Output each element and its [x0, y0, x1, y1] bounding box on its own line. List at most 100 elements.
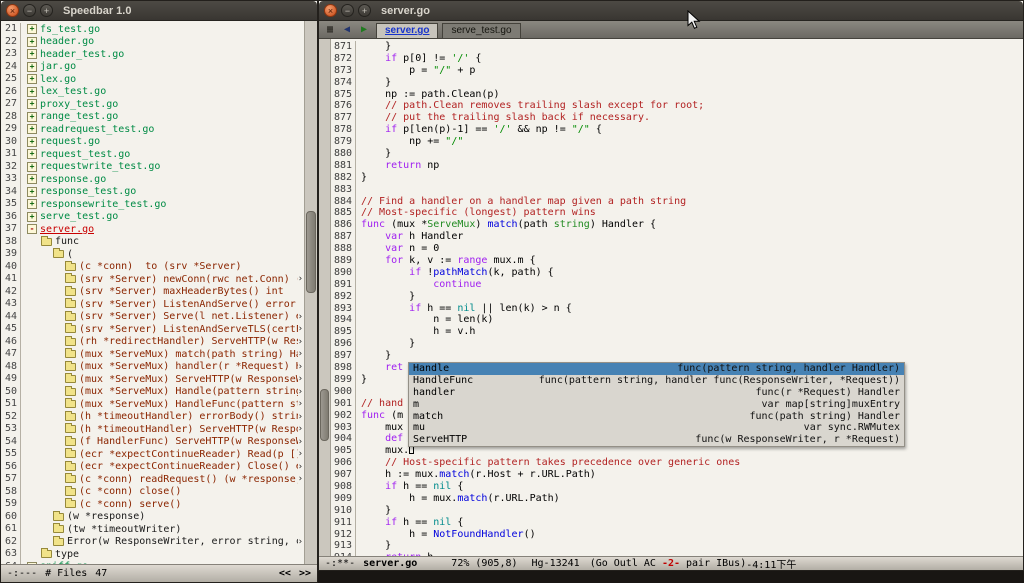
tab-serve_test.go[interactable]: serve_test.go [442, 23, 520, 38]
expand-icon[interactable]: + [27, 37, 37, 47]
line-number: 58 [1, 486, 21, 499]
tag-item[interactable]: 41(srv *Server) newConn(rwc net.Conn) (› [1, 273, 304, 286]
speedbar-scrollbar[interactable] [304, 21, 317, 564]
completion-item[interactable]: muvar sync.RWMutex [409, 422, 904, 434]
file-item[interactable]: 29+readrequest_test.go [1, 123, 304, 136]
maximize-button[interactable]: + [358, 4, 371, 17]
tag-item[interactable]: 60(w *response) [1, 511, 304, 524]
close-button[interactable]: × [324, 4, 337, 17]
expand-icon[interactable]: + [27, 212, 37, 222]
scroll-tabs-right-icon[interactable]: ▶ [357, 24, 371, 35]
completion-item[interactable]: Handlefunc(pattern string, handler Handl… [409, 363, 904, 375]
tag-item[interactable]: 63type [1, 548, 304, 561]
scrollbar-thumb[interactable] [320, 389, 329, 441]
file-item[interactable]: 35+responsewrite_test.go [1, 198, 304, 211]
file-item[interactable]: 23+header_test.go [1, 48, 304, 61]
file-item[interactable]: 30+request.go [1, 136, 304, 149]
file-item[interactable]: 33+response.go [1, 173, 304, 186]
close-button[interactable]: × [6, 4, 19, 17]
code-token: } [361, 540, 391, 551]
scroll-tabs-left-icon[interactable]: ◀ [340, 24, 354, 35]
minimize-button[interactable]: − [341, 4, 354, 17]
tag-item[interactable]: 58(c *conn) close() [1, 486, 304, 499]
tag-item[interactable]: 47(mux *ServeMux) match(path string) Ha› [1, 348, 304, 361]
file-item[interactable]: 28+range_test.go [1, 111, 304, 124]
file-item[interactable]: 26+lex_test.go [1, 86, 304, 99]
expand-icon[interactable]: + [27, 24, 37, 34]
file-item[interactable]: 37-server.go [1, 223, 304, 236]
code-token [361, 255, 385, 266]
editor-titlebar[interactable]: × − + server.go [319, 1, 1023, 21]
tag-item[interactable]: 40(c *conn) to (srv *Server) [1, 261, 304, 274]
tag-item[interactable]: 49(mux *ServeMux) ServeHTTP(w ResponseW› [1, 373, 304, 386]
completion-item[interactable]: mvar map[string]muxEntry [409, 399, 904, 411]
expand-icon[interactable]: + [27, 149, 37, 159]
speedbar-forward-button[interactable]: >> [299, 568, 311, 579]
tag-item[interactable]: 42(srv *Server) maxHeaderBytes() int [1, 286, 304, 299]
file-item[interactable]: 21+fs_test.go [1, 23, 304, 36]
tag-item[interactable]: 38func [1, 236, 304, 249]
tab-server.go[interactable]: server.go [376, 23, 438, 38]
minimize-button[interactable]: − [23, 4, 36, 17]
expand-icon[interactable]: + [27, 112, 37, 122]
expand-icon[interactable]: + [27, 162, 37, 172]
file-item[interactable]: 22+header.go [1, 36, 304, 49]
tag-item[interactable]: 45(srv *Server) ListenAndServeTLS(certF› [1, 323, 304, 336]
code-area[interactable]: 871 }872 if p[0] != '/' {873 p = "/" + p… [331, 39, 1023, 556]
code-line: 887 var h Handler [331, 231, 1023, 243]
tag-item[interactable]: 62Error(w ResponseWriter, error string, … [1, 536, 304, 549]
code-text: continue [361, 279, 481, 291]
code-token: h Handler [403, 231, 463, 242]
expand-icon[interactable]: + [27, 62, 37, 72]
completion-item[interactable]: ServeHTTPfunc(w ResponseWriter, r *Reque… [409, 434, 904, 446]
tag-item[interactable]: 50(mux *ServeMux) Handle(pattern string› [1, 386, 304, 399]
code-text: np += "/" [361, 136, 463, 148]
code-token: if [409, 267, 421, 278]
file-item[interactable]: 36+serve_test.go [1, 211, 304, 224]
file-item[interactable]: 24+jar.go [1, 61, 304, 74]
expand-icon[interactable]: + [27, 187, 37, 197]
expand-icon[interactable]: + [27, 87, 37, 97]
code-text: if p[0] != '/' { [361, 53, 481, 65]
item-label: range_test.go [40, 111, 118, 122]
tag-item[interactable]: 52(h *timeoutHandler) errorBody() strin› [1, 411, 304, 424]
expand-icon[interactable]: + [27, 124, 37, 134]
file-item[interactable]: 25+lex.go [1, 73, 304, 86]
tag-item[interactable]: 44(srv *Server) Serve(l net.Listener) e› [1, 311, 304, 324]
tag-item[interactable]: 57(c *conn) readRequest() (w *response,› [1, 473, 304, 486]
code-line: 886func (mux *ServeMux) match(path strin… [331, 219, 1023, 231]
expand-icon[interactable]: + [27, 99, 37, 109]
editor-scrollbar[interactable] [319, 39, 331, 556]
tag-item[interactable]: 55(ecr *expectContinueReader) Read(p []› [1, 448, 304, 461]
buffer-menu-icon[interactable]: ▦ [323, 24, 337, 35]
tag-item[interactable]: 56(ecr *expectContinueReader) Close() e› [1, 461, 304, 474]
tag-item[interactable]: 54(f HandlerFunc) ServeHTTP(w ResponseW› [1, 436, 304, 449]
maximize-button[interactable]: + [40, 4, 53, 17]
file-item[interactable]: 32+requestwrite_test.go [1, 161, 304, 174]
file-item[interactable]: 27+proxy_test.go [1, 98, 304, 111]
completion-item[interactable]: HandleFuncfunc(pattern string, handler f… [409, 375, 904, 387]
speedbar-titlebar[interactable]: × − + Speedbar 1.0 [1, 1, 317, 21]
expand-icon[interactable]: + [27, 174, 37, 184]
speedbar-back-button[interactable]: << [279, 568, 291, 579]
tag-item[interactable]: 48(mux *ServeMux) handler(r *Request) H› [1, 361, 304, 374]
tag-item[interactable]: 43(srv *Server) ListenAndServe() error [1, 298, 304, 311]
file-item[interactable]: 34+response_test.go [1, 186, 304, 199]
code-token: } [361, 350, 391, 361]
expand-icon[interactable]: + [27, 137, 37, 147]
line-number: 911 [331, 517, 356, 529]
collapse-icon[interactable]: - [27, 224, 37, 234]
completion-item[interactable]: matchfunc(path string) Handler [409, 411, 904, 423]
scrollbar-thumb[interactable] [306, 211, 316, 293]
tag-item[interactable]: 39( [1, 248, 304, 261]
completion-item[interactable]: handlerfunc(r *Request) Handler [409, 387, 904, 399]
tag-item[interactable]: 51(mux *ServeMux) HandleFunc(pattern st› [1, 398, 304, 411]
tag-item[interactable]: 46(rh *redirectHandler) ServeHTTP(w Res› [1, 336, 304, 349]
file-item[interactable]: 31+request_test.go [1, 148, 304, 161]
expand-icon[interactable]: + [27, 199, 37, 209]
tag-item[interactable]: 61(tw *timeoutWriter) [1, 523, 304, 536]
tag-item[interactable]: 59(c *conn) serve() [1, 498, 304, 511]
tag-item[interactable]: 53(h *timeoutHandler) ServeHTTP(w Respo› [1, 423, 304, 436]
expand-icon[interactable]: + [27, 74, 37, 84]
expand-icon[interactable]: + [27, 49, 37, 59]
